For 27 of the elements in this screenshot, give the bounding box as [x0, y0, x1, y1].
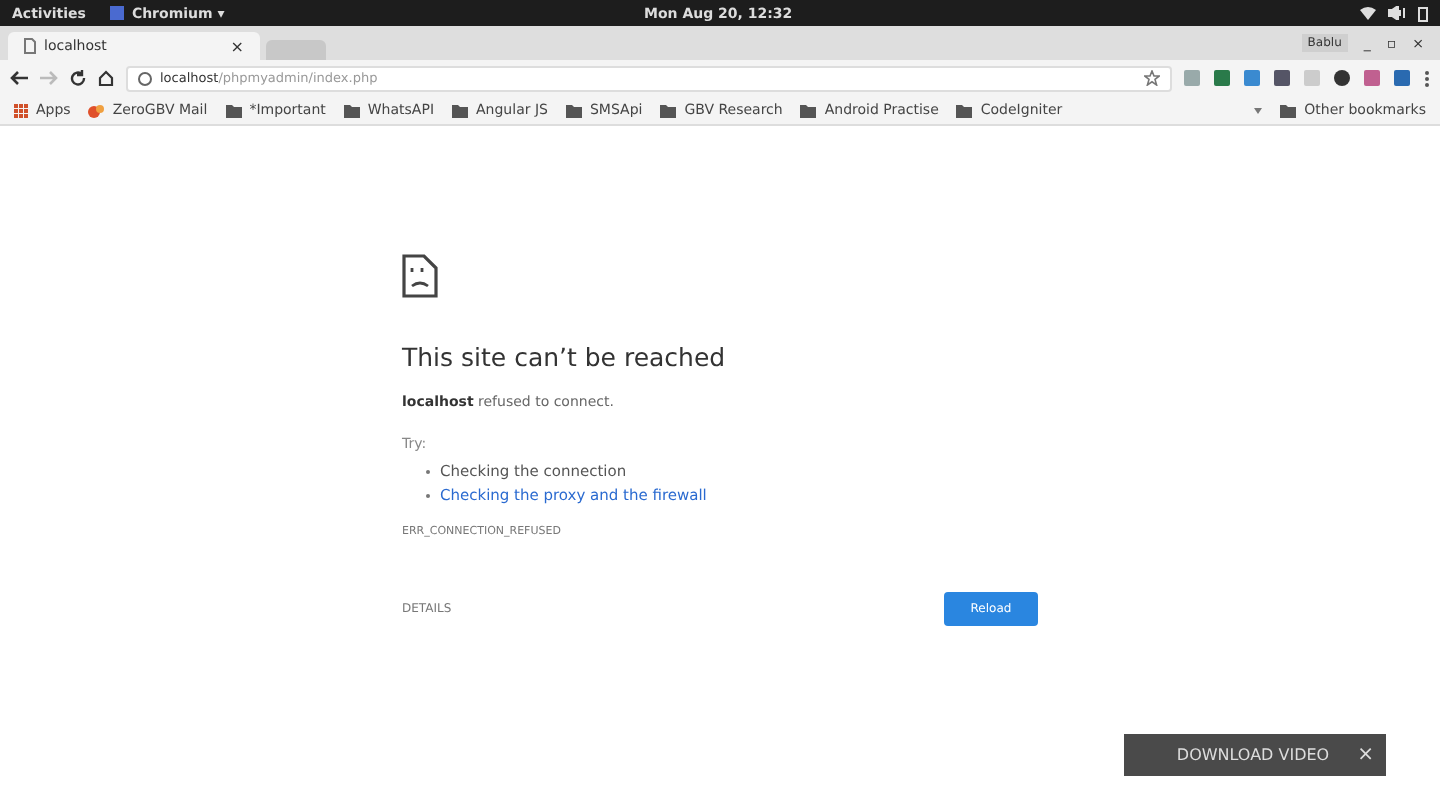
- folder-icon: [565, 103, 582, 117]
- folder-icon: [660, 103, 677, 117]
- folder-icon: [956, 103, 973, 117]
- info-icon: [138, 71, 152, 85]
- menu-icon[interactable]: [1424, 69, 1430, 87]
- close-icon[interactable]: ×: [230, 37, 244, 55]
- more-bookmarks-icon[interactable]: [1254, 107, 1263, 113]
- error-title: This site can’t be reached: [402, 342, 728, 374]
- volume-icon[interactable]: [1388, 6, 1406, 20]
- home-icon[interactable]: [98, 70, 114, 86]
- apps-icon: [14, 103, 28, 117]
- star-icon[interactable]: [1144, 70, 1160, 86]
- wifi-icon[interactable]: [1360, 6, 1376, 20]
- folder-icon: [1280, 103, 1297, 117]
- back-icon[interactable]: [10, 70, 28, 86]
- folder-icon: [343, 103, 360, 117]
- close-icon[interactable]: ×: [1357, 744, 1374, 766]
- reload-icon[interactable]: [70, 70, 86, 86]
- download-video-button[interactable]: DOWNLOAD VIDEO: [1176, 746, 1330, 764]
- sad-page-icon: [402, 254, 438, 298]
- app-icon: [109, 6, 124, 20]
- folder-icon: [452, 103, 469, 117]
- page-icon: [24, 38, 36, 54]
- folder-icon: [800, 103, 817, 117]
- battery-icon[interactable]: [1418, 5, 1428, 21]
- folder-icon: [225, 103, 242, 117]
- site-icon: [88, 103, 105, 117]
